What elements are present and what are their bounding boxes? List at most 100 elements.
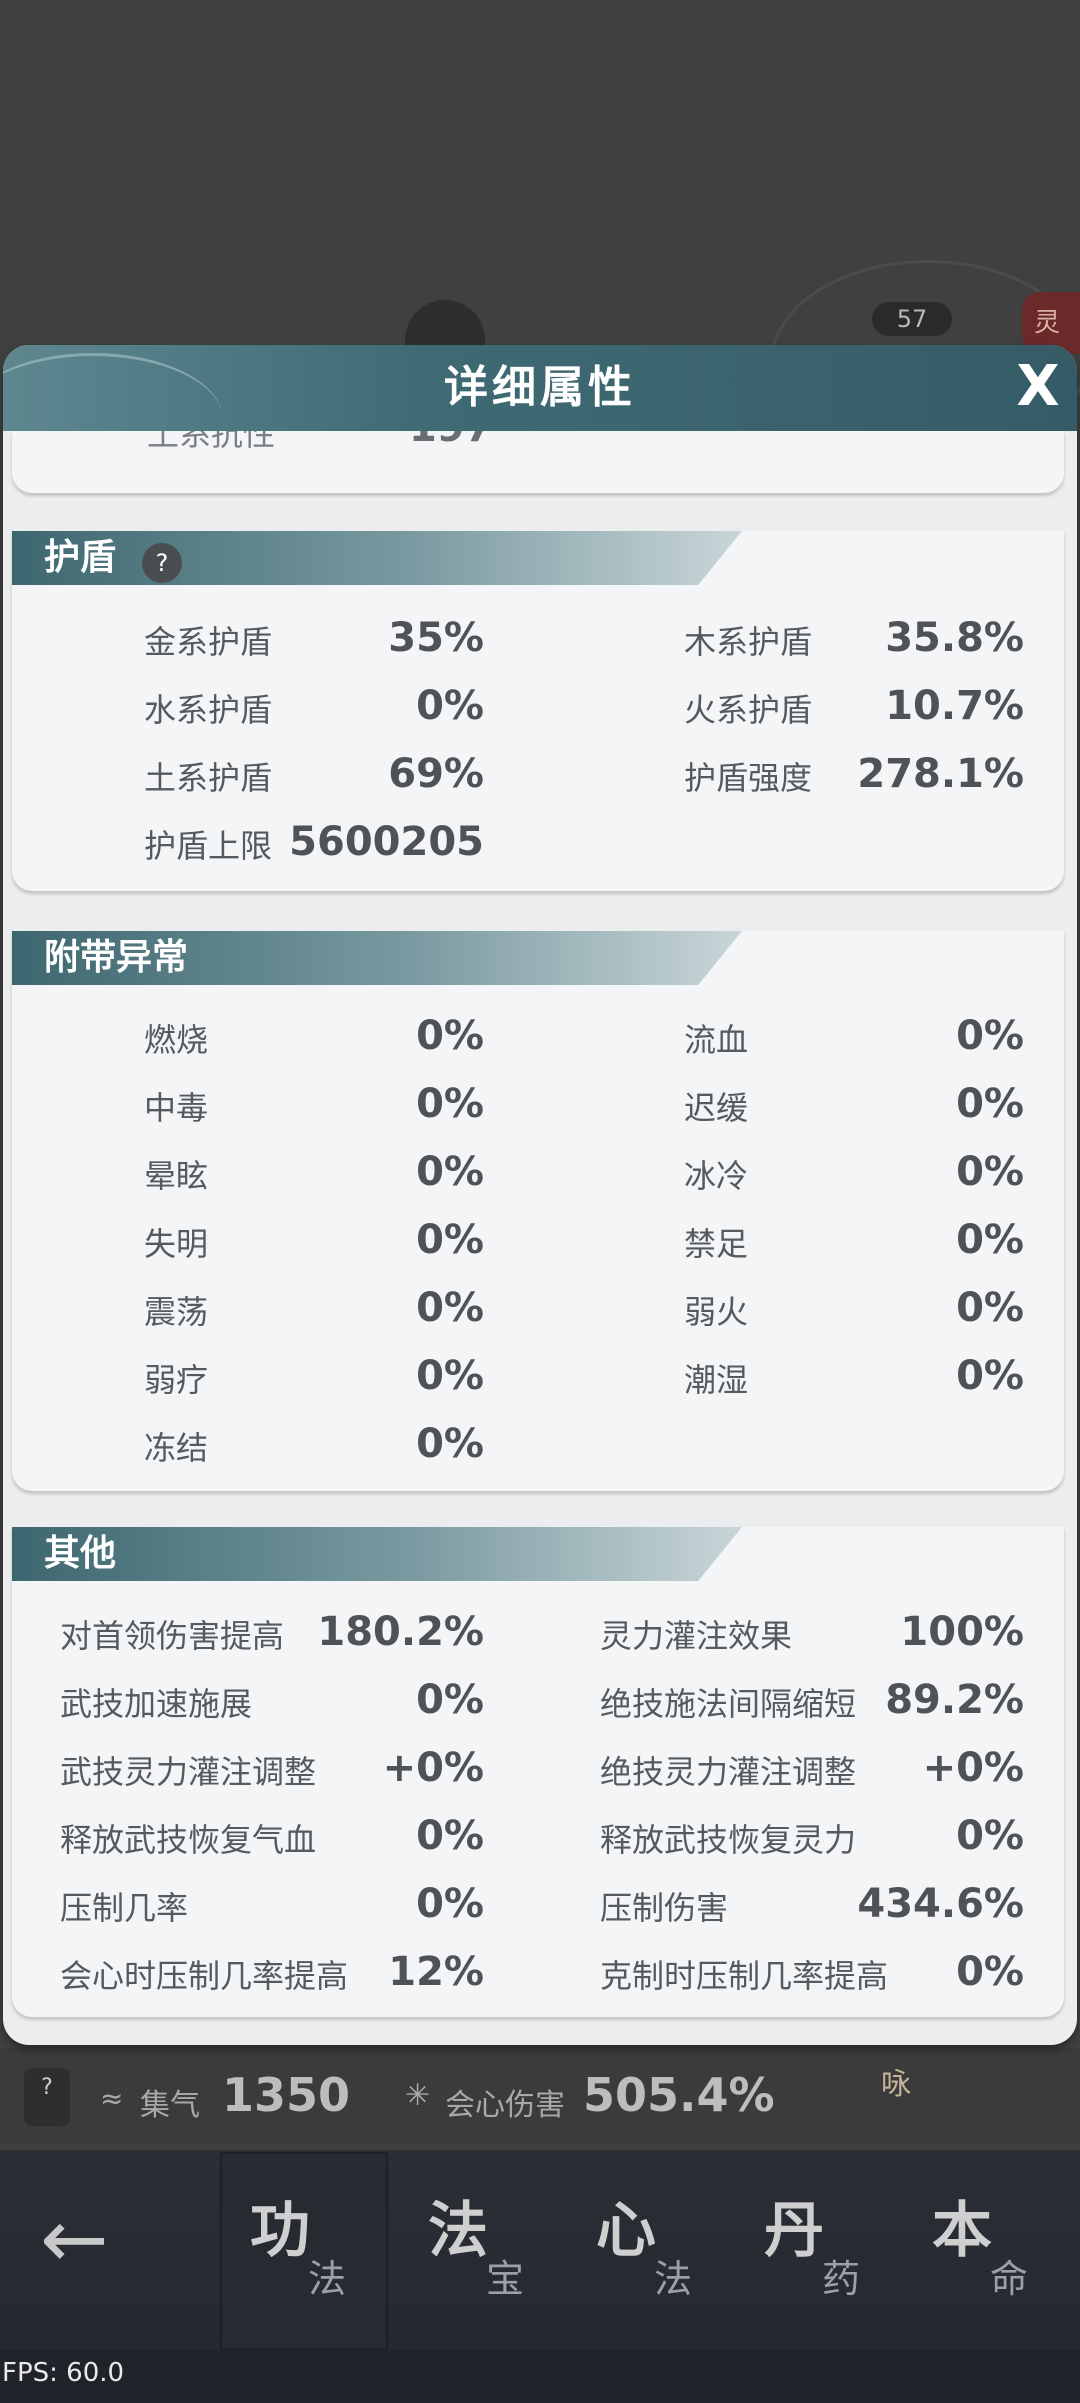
stat-value: +0%	[382, 1745, 484, 1791]
stat-value: 0%	[956, 1949, 1024, 1995]
stat-value: 35%	[388, 615, 484, 661]
other-section: 其他 对首领伤害提高 180.2% 灵力灌注效果 100% 武技加速施展 0% …	[12, 1527, 1064, 2017]
stat-value: 0%	[956, 1013, 1024, 1059]
stat-value: 0%	[956, 1217, 1024, 1263]
stat-label: 克制时压制几率提高	[600, 1957, 889, 1995]
tab-main-label: 本	[932, 2196, 992, 2266]
stat-label: 失明	[144, 1225, 209, 1263]
stat-label: 流血	[684, 1021, 749, 1059]
stat-label: 冰冷	[684, 1157, 749, 1195]
tab-main-label: 丹	[764, 2196, 824, 2266]
section-header: 附带异常	[12, 931, 742, 985]
section-header: 其他	[12, 1527, 742, 1581]
fps-bar	[0, 2350, 1080, 2403]
clipped-section: 土系抗性 197	[12, 431, 1064, 493]
qi-label: 集气	[140, 2088, 200, 2123]
section-header: 护盾 ?	[12, 531, 742, 585]
stat-label: 震荡	[144, 1293, 209, 1331]
help-icon[interactable]: ?	[142, 543, 182, 583]
stat-value: 0%	[416, 1881, 484, 1927]
close-icon[interactable]: X	[1003, 351, 1073, 423]
stat-value: 0%	[956, 1353, 1024, 1399]
stat-label: 释放武技恢复灵力	[600, 1821, 857, 1859]
detail-attributes-dialog: 详细属性 X 土系抗性 197 护盾 ? 金系护盾 35% 木系护盾 35.8%…	[3, 345, 1077, 2045]
level-counter: 57	[872, 302, 952, 336]
crit-icon: ✳	[405, 2078, 431, 2113]
stat-label: 弱疗	[144, 1361, 209, 1399]
stat-label: 土系抗性	[147, 431, 276, 453]
section-title: 其他	[44, 1533, 117, 1574]
tab-main-label: 功	[250, 2196, 310, 2266]
tab-xinfa[interactable]: 心 法	[566, 2152, 734, 2350]
stat-value: +0%	[922, 1745, 1024, 1791]
fps-counter: FPS: 60.0	[2, 2358, 125, 2388]
shield-section: 护盾 ? 金系护盾 35% 木系护盾 35.8% 水系护盾 0% 火系护盾 10…	[12, 531, 1064, 891]
stat-value: 0%	[416, 1813, 484, 1859]
tab-sub-label: 宝	[486, 2257, 525, 2301]
stat-label: 晕眩	[144, 1157, 209, 1195]
stat-label: 禁足	[684, 1225, 749, 1263]
stat-value: 89.2%	[885, 1677, 1024, 1723]
stat-value: 0%	[416, 1081, 484, 1127]
stat-label: 绝技灵力灌注调整	[600, 1753, 857, 1791]
tab-main-label: 法	[428, 2196, 488, 2266]
abnormal-section: 附带异常 燃烧 0% 流血 0% 中毒 0% 迟缓 0% 晕眩 0% 冰冷 0%…	[12, 931, 1064, 1491]
tab-danyao[interactable]: 丹 药	[734, 2152, 902, 2350]
section-title: 附带异常	[44, 937, 189, 978]
dialog-title: 详细属性	[444, 362, 636, 413]
skill-badge: 咏	[881, 2067, 911, 2102]
stat-value: 0%	[416, 1285, 484, 1331]
stat-label: 灵力灌注效果	[600, 1617, 793, 1655]
stat-value: 35.8%	[885, 615, 1024, 661]
stat-label: 会心时压制几率提高	[60, 1957, 349, 1995]
stat-value: 0%	[956, 1081, 1024, 1127]
tab-sub-label: 命	[990, 2257, 1029, 2301]
stat-value: 0%	[416, 1353, 484, 1399]
stat-value: 0%	[416, 1677, 484, 1723]
stat-label: 燃烧	[144, 1021, 209, 1059]
stat-label: 对首领伤害提高	[60, 1617, 285, 1655]
stat-value: 100%	[900, 1609, 1024, 1655]
section-title: 护盾	[44, 537, 117, 578]
stat-label: 绝技施法间隔缩短	[600, 1685, 857, 1723]
stat-label: 释放武技恢复气血	[60, 1821, 317, 1859]
tab-fabao[interactable]: 法 宝	[398, 2152, 566, 2350]
stat-value: 180.2%	[317, 1609, 484, 1655]
stat-label: 迟缓	[684, 1089, 749, 1127]
stat-label: 中毒	[144, 1089, 209, 1127]
crit-value: 505.4%	[583, 2068, 775, 2122]
stat-label: 压制伤害	[600, 1889, 729, 1927]
tab-main-label: 心	[596, 2196, 656, 2266]
stat-value: 0%	[416, 1421, 484, 1467]
tab-sub-label: 法	[308, 2257, 347, 2301]
qi-icon: ≈	[100, 2082, 124, 2115]
crit-label: 会心伤害	[445, 2088, 565, 2123]
stat-value: 12%	[388, 1949, 484, 1995]
stat-label: 武技加速施展	[60, 1685, 253, 1723]
stat-value: 197	[409, 431, 493, 451]
stat-label: 冻结	[144, 1429, 209, 1467]
qi-value: 1350	[222, 2068, 351, 2122]
stat-value: 0%	[416, 1149, 484, 1195]
stat-value: 0%	[956, 1813, 1024, 1859]
stat-value: 0%	[416, 683, 484, 729]
stat-value: 5600205	[289, 819, 484, 865]
stat-value: 0%	[956, 1285, 1024, 1331]
stat-value: 69%	[388, 751, 484, 797]
stat-value: 278.1%	[857, 751, 1024, 797]
tab-sub-label: 药	[822, 2257, 861, 2301]
under-help-icon: ?	[24, 2068, 70, 2126]
stat-label: 压制几率	[60, 1889, 189, 1927]
tab-gongfa[interactable]: 功 法	[220, 2152, 388, 2350]
back-arrow-icon[interactable]: ←	[40, 2190, 150, 2290]
stat-value: 10.7%	[885, 683, 1024, 729]
stat-value: 0%	[956, 1149, 1024, 1195]
dialog-header: 详细属性 X	[3, 345, 1077, 431]
stat-label: 武技灵力灌注调整	[60, 1753, 317, 1791]
stat-label: 潮湿	[684, 1361, 749, 1399]
tab-sub-label: 法	[654, 2257, 693, 2301]
stat-value: 434.6%	[857, 1881, 1024, 1927]
stat-value: 0%	[416, 1217, 484, 1263]
tab-benming[interactable]: 本 命	[902, 2152, 1070, 2350]
stat-value: 0%	[416, 1013, 484, 1059]
